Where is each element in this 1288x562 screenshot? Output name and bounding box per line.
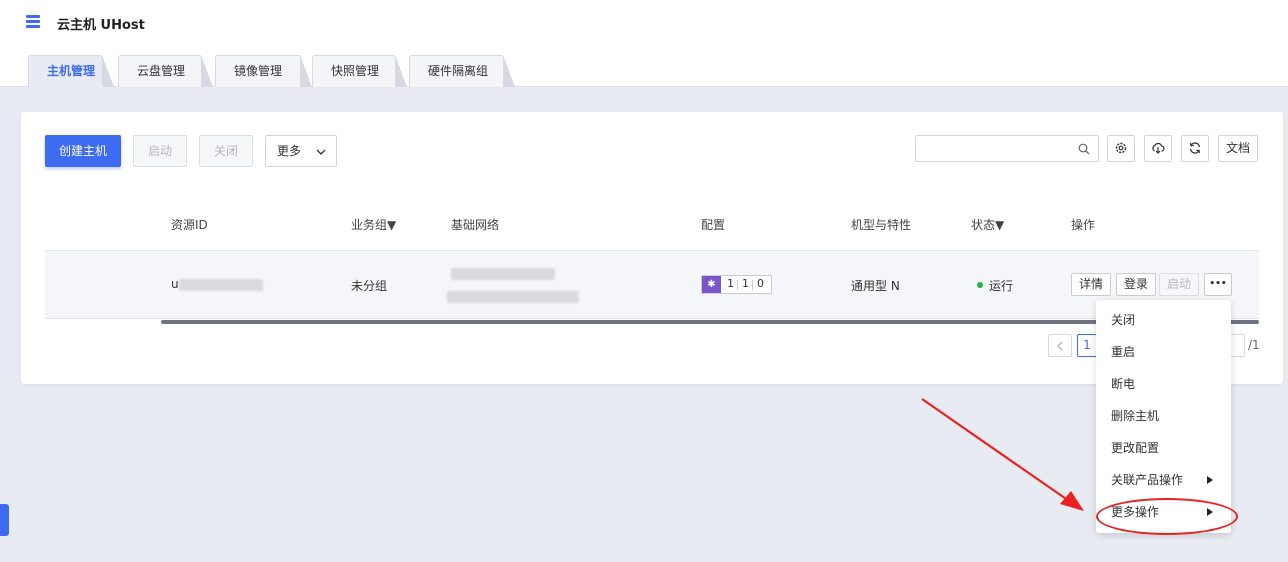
config-disk: 0 xyxy=(757,277,764,290)
menu-item-label: 重启 xyxy=(1111,345,1136,359)
config-badge: ✱ 1 1 0 xyxy=(701,275,772,294)
menu-item-label: 删除主机 xyxy=(1111,409,1160,423)
header-network: 基础网络 xyxy=(451,218,500,232)
host-type: 通用型 N xyxy=(851,279,900,293)
prev-page-button[interactable] xyxy=(1048,334,1072,357)
docs-button[interactable]: 文档 xyxy=(1218,135,1258,162)
tab-host-management[interactable]: 主机管理 xyxy=(28,55,114,87)
annotation-highlight-oval xyxy=(1096,498,1238,535)
status-running-dot xyxy=(977,282,983,288)
menu-item-restart[interactable]: 重启 xyxy=(1096,336,1231,368)
menu-item-label: 关闭 xyxy=(1111,313,1136,327)
search-box xyxy=(915,135,1099,162)
login-button[interactable]: 登录 xyxy=(1116,273,1156,296)
config-cpu: 1 xyxy=(727,277,734,290)
download-button[interactable] xyxy=(1144,135,1172,162)
cloud-download-icon xyxy=(1152,142,1165,154)
menu-item-change-config[interactable]: 更改配置 xyxy=(1096,432,1231,464)
page-number-current[interactable]: 1 xyxy=(1077,334,1097,357)
menu-item-delete-host[interactable]: 删除主机 xyxy=(1096,400,1231,432)
side-panel-toggle[interactable] xyxy=(0,504,9,536)
refresh-icon xyxy=(1189,142,1201,154)
menu-item-related-products[interactable]: 关联产品操作 xyxy=(1096,464,1231,496)
create-host-button[interactable]: 创建主机 xyxy=(45,135,121,167)
header-actions: 操作 xyxy=(1071,218,1096,232)
header-status[interactable]: 状态▼ xyxy=(971,216,1004,233)
search-icon[interactable] xyxy=(1078,143,1090,155)
menu-item-label: 关联产品操作 xyxy=(1111,473,1184,487)
submenu-arrow-icon xyxy=(1207,476,1213,484)
network-redacted-1 xyxy=(451,268,555,280)
page-header: 云主机 UHost 主机管理 云盘管理 镜像管理 快照管理 硬件隔离组 xyxy=(0,0,1288,87)
tab-snapshot-management[interactable]: 快照管理 xyxy=(312,55,407,87)
header-business-group[interactable]: 业务组▼ xyxy=(351,216,396,233)
search-input[interactable] xyxy=(922,136,1072,161)
page-total: /1 xyxy=(1248,338,1260,352)
header-resource-id: 资源ID xyxy=(171,218,208,232)
menu-item-power-off[interactable]: 断电 xyxy=(1096,368,1231,400)
horizontal-scrollbar[interactable] xyxy=(161,320,1259,324)
resource-id-redacted xyxy=(179,279,263,291)
header-type: 机型与特性 xyxy=(851,218,912,232)
more-dropdown-button[interactable]: 更多 xyxy=(265,135,337,167)
tab-disk-management[interactable]: 云盘管理 xyxy=(118,55,213,87)
network-redacted-2 xyxy=(447,291,579,303)
page-jump-input[interactable] xyxy=(1229,334,1245,357)
page-title: 云主机 UHost xyxy=(57,18,145,33)
host-list-card: 创建主机 启动 关闭 更多 文档 资源ID 业务组▼ 基础网络 配置 机型与特性… xyxy=(21,112,1283,384)
tab-image-management[interactable]: 镜像管理 xyxy=(215,55,312,87)
menu-item-label: 断电 xyxy=(1111,377,1136,391)
refresh-button[interactable] xyxy=(1181,135,1209,162)
status-text: 运行 xyxy=(989,279,1014,293)
row-start-button[interactable]: 启动 xyxy=(1159,273,1199,296)
menu-item-label: 更改配置 xyxy=(1111,441,1160,455)
host-list-icon xyxy=(26,15,40,29)
detail-button[interactable]: 详情 xyxy=(1071,273,1111,296)
stop-button[interactable]: 关闭 xyxy=(199,135,253,167)
resource-id-prefix[interactable]: u xyxy=(171,277,179,291)
tab-isolation-group[interactable]: 硬件隔离组 xyxy=(409,55,515,87)
table-row: u 未分组 ✱ 1 1 0 通用型 N 运行 详情 登录 启动 ••• xyxy=(45,250,1259,319)
more-label: 更多 xyxy=(277,144,302,158)
header-config: 配置 xyxy=(701,218,726,232)
gear-icon xyxy=(1115,142,1127,154)
menu-item-stop[interactable]: 关闭 xyxy=(1096,304,1231,336)
start-button[interactable]: 启动 xyxy=(133,135,187,167)
config-mem: 1 xyxy=(742,277,749,290)
settings-button[interactable] xyxy=(1107,135,1135,162)
config-chip-icon: ✱ xyxy=(702,276,721,293)
business-group: 未分组 xyxy=(351,279,388,293)
chevron-left-icon xyxy=(1057,341,1063,351)
chevron-down-icon xyxy=(316,149,326,155)
row-more-button[interactable]: ••• xyxy=(1204,273,1232,296)
